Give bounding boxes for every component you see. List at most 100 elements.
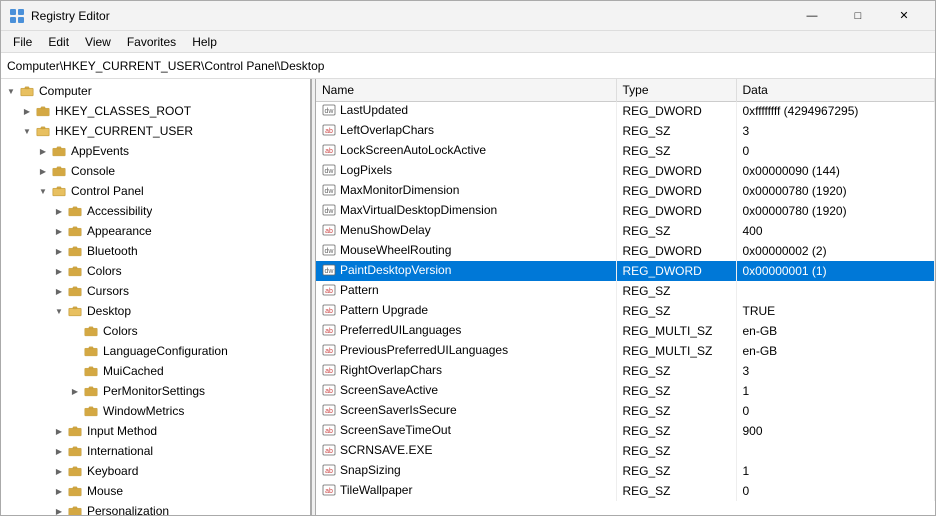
table-row[interactable]: ab PatternREG_SZ: [316, 281, 935, 301]
cell-name: ab LockScreenAutoLockActive: [316, 141, 616, 161]
reg-name: SnapSizing: [340, 463, 401, 477]
menu-view[interactable]: View: [77, 33, 119, 51]
table-row[interactable]: dw MaxMonitorDimensionREG_DWORD0x0000078…: [316, 181, 935, 201]
svg-text:dw: dw: [325, 268, 335, 275]
tree-item-control-panel[interactable]: Control Panel: [1, 181, 310, 201]
table-row[interactable]: ab LeftOverlapCharsREG_SZ3: [316, 121, 935, 141]
table-row[interactable]: dw MaxVirtualDesktopDimensionREG_DWORD0x…: [316, 201, 935, 221]
table-row[interactable]: ab ScreenSaverIsSecureREG_SZ0: [316, 401, 935, 421]
expander-mouse[interactable]: [51, 483, 67, 499]
table-row[interactable]: ab Pattern UpgradeREG_SZTRUE: [316, 301, 935, 321]
cell-name: ab PreferredUILanguages: [316, 321, 616, 341]
tree-item-accessibility[interactable]: Accessibility: [1, 201, 310, 221]
tree-item-colors[interactable]: Colors: [1, 261, 310, 281]
reg-icon: ab RightOverlapChars: [322, 363, 442, 377]
cell-type: REG_SZ: [616, 401, 736, 421]
tree-item-hkey-classes[interactable]: HKEY_CLASSES_ROOT: [1, 101, 310, 121]
folder-icon-desktop: [67, 303, 83, 319]
expander-desktop[interactable]: [51, 303, 67, 319]
table-row[interactable]: ab MenuShowDelayREG_SZ400: [316, 221, 935, 241]
folder-icon-appearance: [67, 223, 83, 239]
reg-icon: ab TileWallpaper: [322, 483, 412, 497]
expander-computer[interactable]: [3, 83, 19, 99]
folder-icon-hkey-current-user: [35, 123, 51, 139]
expander-appearance[interactable]: [51, 223, 67, 239]
table-row[interactable]: ab RightOverlapCharsREG_SZ3: [316, 361, 935, 381]
expander-inputmethod[interactable]: [51, 423, 67, 439]
tree-item-muicached[interactable]: MuiCached: [1, 361, 310, 381]
expander-control-panel[interactable]: [35, 183, 51, 199]
maximize-button[interactable]: □: [835, 1, 881, 31]
tree-item-cursors[interactable]: Cursors: [1, 281, 310, 301]
expander-cursors[interactable]: [51, 283, 67, 299]
table-row[interactable]: ab TileWallpaperREG_SZ0: [316, 481, 935, 501]
expander-appevents[interactable]: [35, 143, 51, 159]
reg-icon: ab LeftOverlapChars: [322, 123, 434, 137]
registry-table-panel[interactable]: Name Type Data dw LastUpdatedREG_DWORD0x…: [316, 79, 935, 515]
menu-edit[interactable]: Edit: [40, 33, 77, 51]
tree-item-desktop[interactable]: Desktop: [1, 301, 310, 321]
col-header-data[interactable]: Data: [736, 79, 935, 101]
cell-type: REG_SZ: [616, 441, 736, 461]
tree-item-keyboard[interactable]: Keyboard: [1, 461, 310, 481]
table-row[interactable]: dw PaintDesktopVersionREG_DWORD0x0000000…: [316, 261, 935, 281]
cell-type: REG_SZ: [616, 361, 736, 381]
tree-item-mouse[interactable]: Mouse: [1, 481, 310, 501]
tree-item-personalization[interactable]: Personalization: [1, 501, 310, 515]
table-row[interactable]: dw LastUpdatedREG_DWORD0xffffffff (42949…: [316, 101, 935, 121]
expander-permonitorsettings[interactable]: [67, 383, 83, 399]
tree-item-bluetooth[interactable]: Bluetooth: [1, 241, 310, 261]
expander-accessibility[interactable]: [51, 203, 67, 219]
expander-personalization[interactable]: [51, 503, 67, 515]
table-row[interactable]: ab PreferredUILanguagesREG_MULTI_SZen-GB: [316, 321, 935, 341]
address-path: Computer\HKEY_CURRENT_USER\Control Panel…: [7, 59, 324, 73]
menu-help[interactable]: Help: [184, 33, 225, 51]
tree-item-permonitorsettings[interactable]: PerMonitorSettings: [1, 381, 310, 401]
tree-item-inputmethod[interactable]: Input Method: [1, 421, 310, 441]
table-row[interactable]: ab SCRNSAVE.EXEREG_SZ: [316, 441, 935, 461]
expander-bluetooth[interactable]: [51, 243, 67, 259]
tree-item-console[interactable]: Console: [1, 161, 310, 181]
menu-favorites[interactable]: Favorites: [119, 33, 184, 51]
cell-data: 400: [736, 221, 935, 241]
close-button[interactable]: ✕: [881, 1, 927, 31]
tree-item-computer[interactable]: Computer: [1, 81, 310, 101]
expander-keyboard[interactable]: [51, 463, 67, 479]
table-row[interactable]: dw LogPixelsREG_DWORD0x00000090 (144): [316, 161, 935, 181]
folder-icon-cursors: [67, 283, 83, 299]
expander-console[interactable]: [35, 163, 51, 179]
reg-name: ScreenSaverIsSecure: [340, 403, 457, 417]
cell-data: en-GB: [736, 341, 935, 361]
cell-name: ab ScreenSaverIsSecure: [316, 401, 616, 421]
expander-hkey-current-user[interactable]: [19, 123, 35, 139]
menu-file[interactable]: File: [5, 33, 40, 51]
svg-text:dw: dw: [325, 208, 335, 215]
reg-icon: dw MouseWheelRouting: [322, 243, 451, 257]
svg-text:ab: ab: [325, 468, 333, 475]
tree-item-international[interactable]: International: [1, 441, 310, 461]
table-row[interactable]: dw MouseWheelRoutingREG_DWORD0x00000002 …: [316, 241, 935, 261]
tree-item-languageconfig[interactable]: LanguageConfiguration: [1, 341, 310, 361]
tree-item-appearance[interactable]: Appearance: [1, 221, 310, 241]
table-row[interactable]: ab ScreenSaveActiveREG_SZ1: [316, 381, 935, 401]
reg-icon: ab MenuShowDelay: [322, 223, 431, 237]
table-row[interactable]: ab SnapSizingREG_SZ1: [316, 461, 935, 481]
tree-item-hkey-current-user[interactable]: HKEY_CURRENT_USER: [1, 121, 310, 141]
minimize-button[interactable]: —: [789, 1, 835, 31]
table-row[interactable]: ab PreviousPreferredUILanguagesREG_MULTI…: [316, 341, 935, 361]
tree-item-windowmetrics[interactable]: WindowMetrics: [1, 401, 310, 421]
reg-icon: dw MaxVirtualDesktopDimension: [322, 203, 497, 217]
expander-colors[interactable]: [51, 263, 67, 279]
col-header-name[interactable]: Name: [316, 79, 616, 101]
expander-international[interactable]: [51, 443, 67, 459]
reg-icon: ab SnapSizing: [322, 463, 401, 477]
tree-item-appevents[interactable]: AppEvents: [1, 141, 310, 161]
reg-name: SCRNSAVE.EXE: [340, 443, 432, 457]
expander-hkey-classes[interactable]: [19, 103, 35, 119]
tree-item-desktop-colors[interactable]: Colors: [1, 321, 310, 341]
table-row[interactable]: ab ScreenSaveTimeOutREG_SZ900: [316, 421, 935, 441]
table-row[interactable]: ab LockScreenAutoLockActiveREG_SZ0: [316, 141, 935, 161]
col-header-type[interactable]: Type: [616, 79, 736, 101]
tree-label-muicached: MuiCached: [103, 364, 164, 378]
tree-panel[interactable]: Computer HKEY_CLASSES_ROOT: [1, 79, 311, 515]
